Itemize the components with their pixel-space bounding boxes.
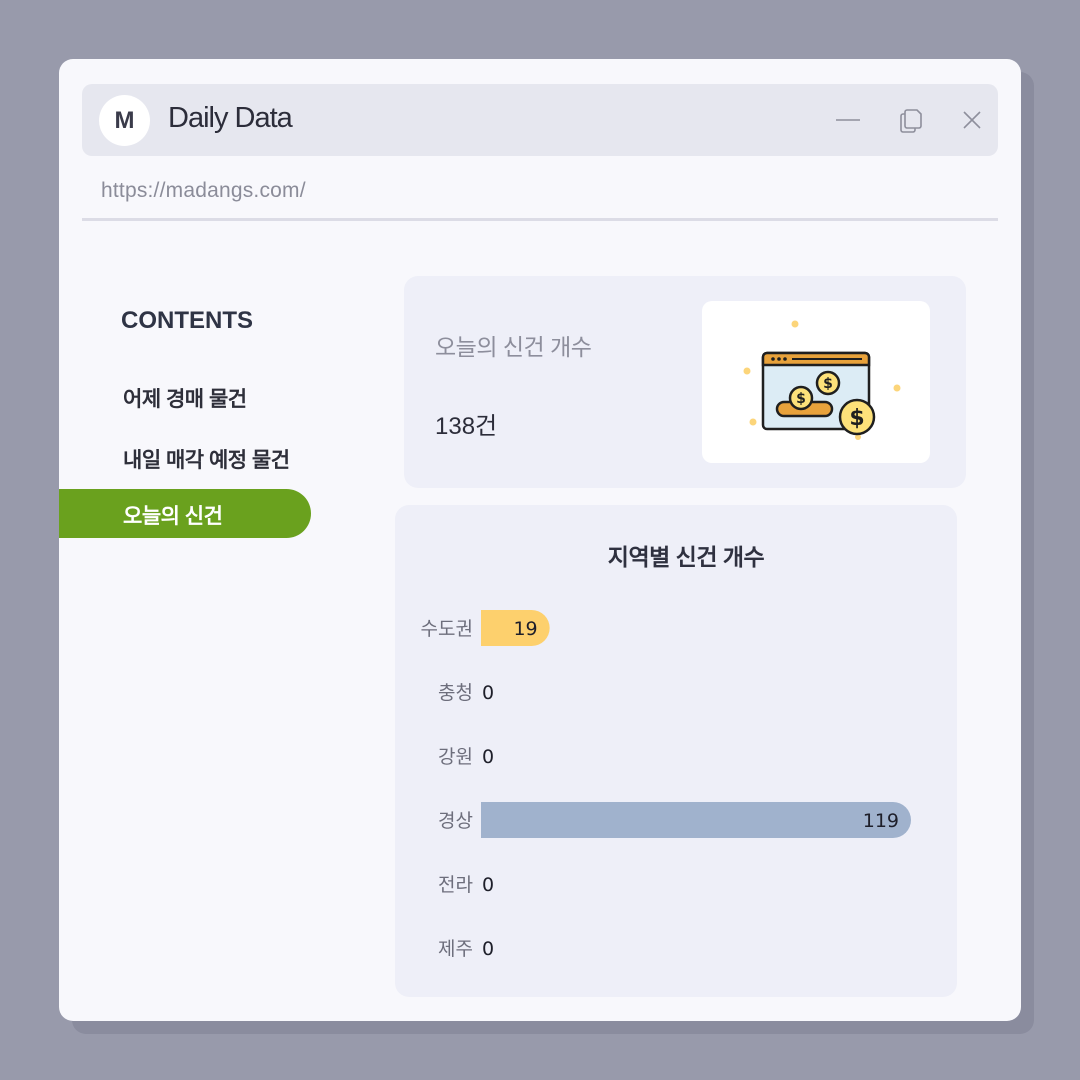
region-bar-chart: 수도권 19 충청 0 강원 0 경상 119 전라 0 제주 0 xyxy=(421,610,911,960)
sidebar-item-tomorrow-sale[interactable]: 내일 매각 예정 물건 xyxy=(123,444,290,474)
sidebar-title: CONTENTS xyxy=(121,307,253,334)
sidebar-item-yesterday-auction[interactable]: 어제 경매 물건 xyxy=(123,383,247,413)
sidebar-item-label: 오늘의 신건 xyxy=(123,505,223,528)
illustration-box: $ $ $ xyxy=(702,301,930,463)
sidebar-item-today-new[interactable]: 오늘의 신건 xyxy=(59,489,311,538)
data-label: 119 xyxy=(863,810,899,832)
data-label: 19 xyxy=(513,618,537,640)
url-divider xyxy=(82,218,998,221)
app-window: M Daily Data https://madangs.com/ CONTEN… xyxy=(59,59,1021,1021)
minimize-icon[interactable] xyxy=(834,106,862,134)
summary-value: 138건 xyxy=(435,413,498,440)
category-label: 수도권 xyxy=(421,618,473,640)
category-label: 강원 xyxy=(438,746,473,768)
svg-text:$: $ xyxy=(849,406,864,431)
data-label: 0 xyxy=(482,682,494,704)
svg-text:$: $ xyxy=(796,391,806,407)
category-label: 전라 xyxy=(438,874,473,896)
data-label: 0 xyxy=(482,746,494,768)
bar xyxy=(481,802,911,838)
category-label: 경상 xyxy=(438,810,473,832)
app-title: Daily Data xyxy=(168,102,293,134)
coin-browser-icon: $ $ $ xyxy=(743,320,901,440)
svg-text:$: $ xyxy=(823,376,833,392)
data-label: 0 xyxy=(482,938,494,960)
category-label: 제주 xyxy=(438,938,473,960)
url-text[interactable]: https://madangs.com/ xyxy=(101,179,306,203)
region-chart-card: 지역별 신건 개수 수도권 19 충청 0 강원 0 경상 119 전라 0 제주 0 xyxy=(395,505,957,997)
app-logo: M xyxy=(99,95,150,146)
restore-icon[interactable] xyxy=(897,106,925,134)
title-bar: M Daily Data xyxy=(82,84,998,156)
close-icon[interactable] xyxy=(958,106,986,134)
summary-label: 오늘의 신건 개수 xyxy=(435,334,592,360)
summary-card: 오늘의 신건 개수 138건 $ $ $ xyxy=(404,276,966,488)
category-label: 충청 xyxy=(438,682,473,704)
data-label: 0 xyxy=(482,874,494,896)
